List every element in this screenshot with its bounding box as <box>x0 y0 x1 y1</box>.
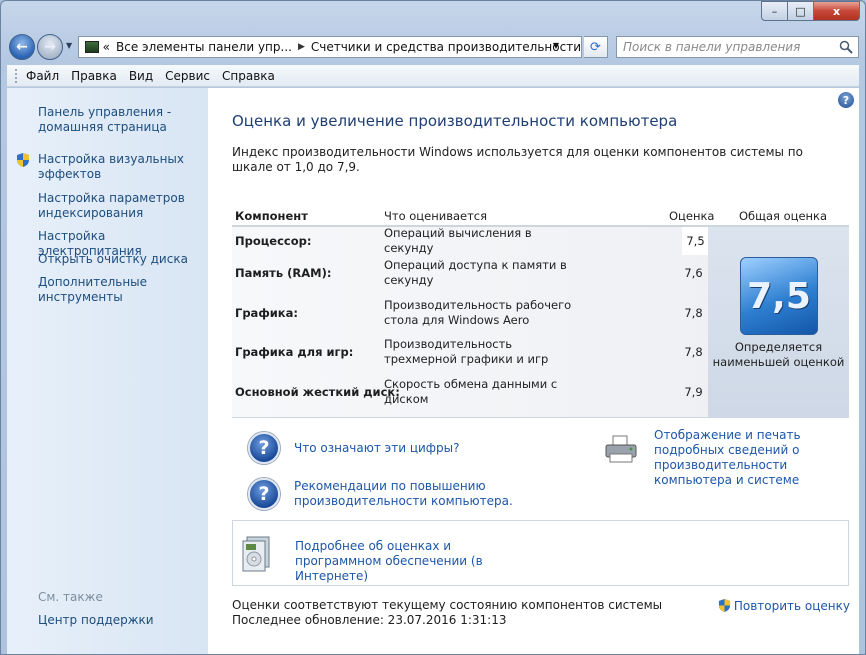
online-info-box: Подробнее об оценках и программном обесп… <box>232 520 849 586</box>
online-info-link[interactable]: Подробнее об оценках и программном обесп… <box>295 539 525 584</box>
repeat-assessment-button[interactable]: Повторить оценку <box>718 598 850 613</box>
menu-grip <box>15 68 18 83</box>
row-score: 7,8 <box>684 344 703 359</box>
recent-pages-dropdown[interactable]: ▼ <box>66 41 72 50</box>
question-icon: ? <box>248 478 280 510</box>
row-score: 7,9 <box>684 384 703 399</box>
sidebar-item-visual-effects[interactable]: Настройка визуальных эффектов <box>38 152 203 182</box>
menu-tools[interactable]: Сервис <box>165 69 210 83</box>
row-what: Операций доступа к памяти в секунду <box>384 257 567 287</box>
what-numbers-link[interactable]: Что означают эти цифры? <box>294 441 460 456</box>
sidebar-item-advanced-tools[interactable]: Дополнительные инструменты <box>38 275 203 305</box>
help-icon[interactable]: ? <box>838 92 854 108</box>
menu-bar: Файл Правка Вид Сервис Справка <box>7 65 859 87</box>
navigation-bar: ← → ▼ « Все элементы панели упр... ▶ Сче… <box>7 33 859 61</box>
row-component: Процессор: <box>235 234 312 248</box>
row-component: Графика: <box>235 305 298 320</box>
question-icon: ? <box>248 432 280 464</box>
forward-button[interactable]: → <box>37 34 63 60</box>
printer-icon <box>605 435 637 463</box>
software-box-icon <box>242 536 270 572</box>
refresh-button[interactable]: ⟳ <box>584 36 608 58</box>
overall-score-badge: 7,5 <box>740 257 818 335</box>
menu-view[interactable]: Вид <box>129 69 153 83</box>
breadcrumb-all-items[interactable]: Все элементы панели упр... <box>116 40 292 54</box>
search-input[interactable]: Поиск в панели управления <box>616 36 859 58</box>
client-area: Панель управления - домашняя страница На… <box>7 88 859 654</box>
search-placeholder: Поиск в панели управления <box>623 40 801 54</box>
caption-buttons: – □ x <box>761 1 860 21</box>
sidebar-item-support-center[interactable]: Центр поддержки <box>38 613 203 628</box>
row-score: 7,8 <box>684 305 703 320</box>
arrow-left-icon: ← <box>16 39 28 55</box>
back-button[interactable]: ← <box>9 34 35 60</box>
shield-icon <box>17 153 29 167</box>
row-what: Скорость обмена данными с диском <box>384 376 558 406</box>
sidebar-item-home[interactable]: Панель управления - домашняя страница <box>38 105 203 135</box>
address-bar[interactable]: « Все элементы панели упр... ▶ Счетчики … <box>78 36 582 58</box>
scores-table: Процессор: Операций вычисления в секунду… <box>232 225 849 418</box>
row-score: 7,6 <box>684 265 703 280</box>
arrow-right-icon: → <box>44 39 56 55</box>
sidebar-item-disk-cleanup[interactable]: Открыть очистку диска <box>38 252 203 267</box>
breadcrumb-performance[interactable]: Счетчики и средства производительности <box>311 40 581 54</box>
row-score: 7,5 <box>682 227 709 255</box>
address-prefix[interactable]: « <box>103 40 110 54</box>
header-overall: Общая оценка <box>739 209 828 223</box>
see-also-label: См. также <box>38 590 103 604</box>
menu-edit[interactable]: Правка <box>71 69 117 83</box>
row-what: Операций вычисления в секунду <box>384 226 532 255</box>
search-icon[interactable] <box>839 40 853 54</box>
status-line-updated: Последнее обновление: 23.07.2016 1:31:13 <box>232 613 507 627</box>
status-line-current: Оценки соответствуют текущему состоянию … <box>232 598 663 612</box>
row-component: Графика для игр: <box>235 344 354 359</box>
minimize-button[interactable]: – <box>761 1 788 21</box>
close-button[interactable]: x <box>814 1 860 21</box>
repeat-assessment-label[interactable]: Повторить оценку <box>734 599 850 613</box>
refresh-icon: ⟳ <box>590 39 601 55</box>
menu-file[interactable]: Файл <box>26 69 59 83</box>
main-panel: ? Оценка и увеличение производительности… <box>208 88 859 654</box>
shield-icon <box>718 599 730 612</box>
control-panel-icon <box>85 41 99 53</box>
tips-link[interactable]: Рекомендации по повышению производительн… <box>294 479 514 509</box>
overall-score-panel: 7,5 Определяется наименьшей оценкой <box>708 227 849 418</box>
chevron-down-icon: ▼ <box>66 41 73 50</box>
maximize-button[interactable]: □ <box>788 1 814 21</box>
header-what: Что оценивается <box>384 209 488 223</box>
sidebar-item-indexing[interactable]: Настройка параметров индексирования <box>38 191 203 221</box>
sidebar: Панель управления - домашняя страница На… <box>7 88 208 654</box>
table-header: Компонент Что оценивается Оценка Общая о… <box>232 202 849 224</box>
menu-help[interactable]: Справка <box>222 69 275 83</box>
overall-score-text: Определяется наименьшей оценкой <box>712 340 845 369</box>
row-component: Основной жесткий диск: <box>235 384 400 399</box>
status-text: Оценки соответствуют текущему состоянию … <box>232 598 662 628</box>
address-dropdown-icon[interactable]: ▼ <box>553 41 559 50</box>
row-component: Память (RAM): <box>235 265 332 280</box>
window: – □ x ← → ▼ « Все элементы панели упр...… <box>0 0 866 655</box>
print-details-link[interactable]: Отображение и печать подробных сведений … <box>654 428 854 488</box>
page-title: Оценка и увеличение производительности к… <box>232 112 678 130</box>
breadcrumb-separator-icon[interactable]: ▶ <box>298 42 305 52</box>
page-description: Индекс производительности Windows исполь… <box>232 145 803 174</box>
row-what: Производительность трехмерной графики и … <box>384 336 549 366</box>
header-score: Оценка <box>669 209 715 223</box>
row-what: Производительность рабочего стола для Wi… <box>384 297 572 327</box>
header-component: Компонент <box>235 209 308 223</box>
